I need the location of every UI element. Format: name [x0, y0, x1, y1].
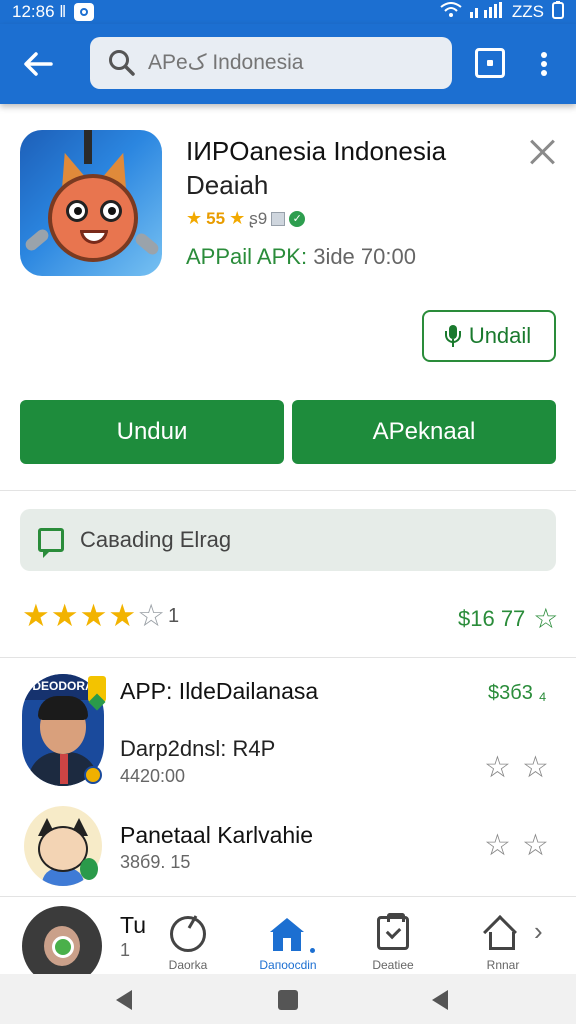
signal-icon	[469, 1, 504, 23]
download-button[interactable]: Unduи	[20, 400, 284, 464]
section-divider	[0, 490, 576, 491]
status-left: 12:86 ‖	[12, 2, 95, 22]
more-options-button[interactable]	[534, 46, 554, 82]
battery-icon	[552, 0, 564, 24]
nav-label: Rnnar	[486, 958, 520, 972]
system-navigation-bar	[0, 974, 576, 1024]
search-input[interactable]	[148, 51, 428, 75]
nav-home[interactable]: Daпoocdin	[240, 914, 336, 974]
status-time: 12:86 ‖	[12, 2, 67, 21]
voice-download-button[interactable]: Undail	[422, 310, 556, 362]
list-item-meta: 38б9. 15	[120, 852, 191, 872]
house-outline-icon	[483, 915, 519, 950]
compass-icon	[170, 916, 206, 952]
list-item-title[interactable]: APP: IldeDailanasa	[120, 678, 318, 705]
scan-button[interactable]	[475, 48, 505, 78]
nav-label: Deatiee	[372, 958, 414, 972]
app-developer: Deaiah	[186, 170, 269, 200]
nav-tasks[interactable]: Deatiee	[345, 913, 441, 974]
eye-icon	[74, 3, 95, 21]
apk-value: 3ide 70:00	[313, 244, 416, 269]
apk-label: APPail APK:	[186, 244, 308, 269]
list-item-subtitle: Darp2dnsl: R4P	[120, 736, 276, 761]
star-outline-icon: ☆	[533, 603, 559, 634]
star-outline-icon[interactable]: ☆	[484, 828, 511, 863]
bottom-navigation: Daorka Daпoocdin Deatiee Rnnar	[0, 900, 576, 974]
price-summary[interactable]: $16 77 ☆	[458, 602, 558, 635]
scan-icon	[487, 60, 493, 66]
install-button[interactable]: APeknaal	[292, 400, 556, 464]
clipboard-check-icon	[377, 913, 409, 950]
back-triangle-icon[interactable]	[116, 990, 132, 1010]
loading-bar[interactable]: Caвading Elrag	[20, 509, 556, 571]
list-item-title[interactable]: Panetaal Karlvahie	[120, 822, 313, 849]
star-outline-icon[interactable]: ☆	[484, 750, 511, 785]
comment-icon	[38, 528, 64, 558]
star-filled-icon: ★	[22, 598, 51, 633]
list-item-price: $3б3 ₄	[488, 682, 547, 704]
star-filled-icon: ★	[108, 598, 138, 633]
arrow-left-icon	[24, 52, 53, 76]
dot-icon	[541, 52, 547, 58]
flag-icon	[271, 211, 286, 226]
voice-download-label: Undail	[468, 323, 532, 348]
recents-triangle-icon[interactable]	[432, 990, 448, 1010]
dot-icon	[541, 70, 547, 76]
chevron-right-icon[interactable]: ›	[534, 916, 543, 947]
back-button[interactable]	[18, 46, 58, 82]
rating-count: 1	[167, 604, 181, 627]
dot-icon	[541, 61, 547, 67]
list-item-meta: 4420:00	[120, 766, 186, 786]
apk-info: APPail APK: 3ide 70:00	[186, 244, 416, 270]
rating-stars[interactable]: ★ ★ ★ ★ ☆ 1	[22, 598, 180, 634]
app-title: IИPOanesia Indonesia	[186, 136, 447, 166]
star-icon: ★	[229, 208, 246, 228]
star-empty-icon: ☆	[137, 598, 166, 633]
app-icon[interactable]	[20, 130, 162, 276]
home-icon	[270, 918, 315, 953]
nav-explore[interactable]: Daorka	[140, 914, 236, 974]
badge-icon	[84, 766, 102, 784]
close-button[interactable]	[528, 138, 556, 166]
nav-label: Daorka	[168, 958, 208, 972]
star-outline-icon[interactable]: ☆	[522, 828, 549, 863]
microphone-icon	[444, 325, 461, 347]
home-square-icon[interactable]	[278, 990, 298, 1010]
section-divider	[0, 657, 576, 658]
wifi-icon	[440, 1, 462, 23]
star-outline-icon[interactable]: ☆	[522, 750, 549, 785]
section-divider	[0, 896, 576, 897]
battery-text: ZZS	[511, 2, 544, 21]
rating-extra: ʂ9	[249, 208, 268, 228]
status-bar: 12:86 ‖ ZZS	[0, 0, 576, 24]
app-toolbar	[0, 24, 576, 104]
tag-icon	[88, 676, 106, 702]
rating-value: 55	[206, 208, 226, 228]
status-right: ZZS	[440, 0, 564, 24]
verified-icon: ✓	[289, 210, 306, 227]
star-filled-icon: ★	[50, 598, 80, 633]
star-filled-icon: ★	[79, 598, 109, 633]
nav-label: Daпoocdin	[259, 958, 317, 972]
app-rating: ★ 55 ★ ʂ9 ✓	[186, 208, 306, 229]
search-icon	[109, 50, 135, 76]
search-bar[interactable]	[90, 37, 452, 89]
loading-label: Caвading Elrag	[80, 527, 232, 552]
badge-icon	[80, 858, 98, 880]
price-value: $16 77	[458, 605, 526, 631]
star-icon: ★	[186, 208, 203, 228]
